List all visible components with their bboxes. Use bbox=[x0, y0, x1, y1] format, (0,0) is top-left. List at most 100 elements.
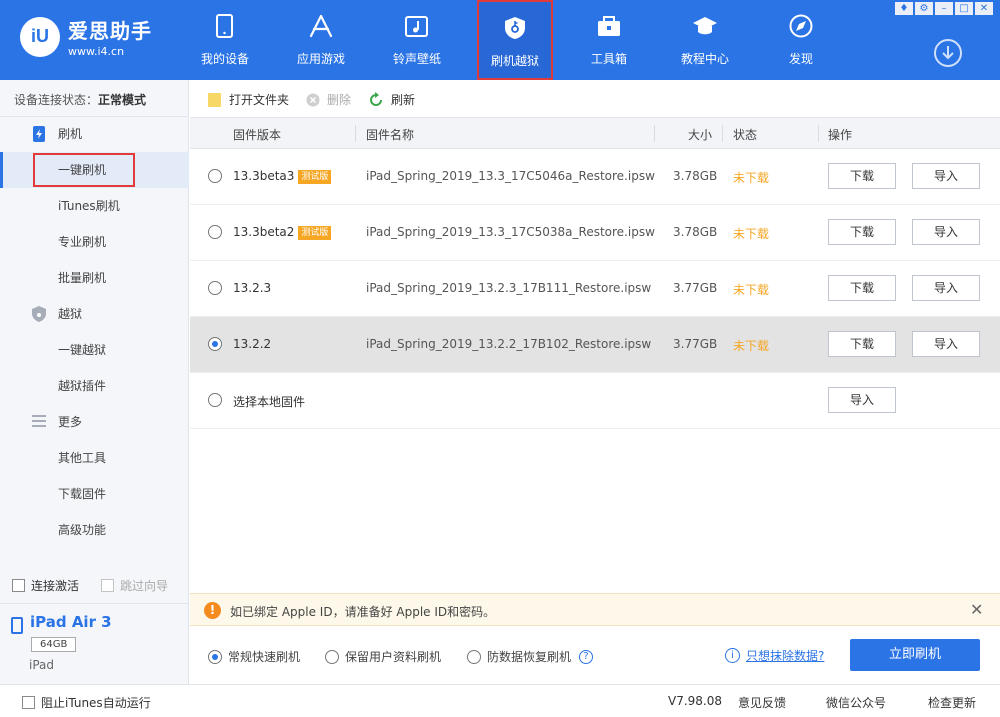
import-button[interactable]: 导入 bbox=[912, 331, 980, 357]
checkbox-box[interactable] bbox=[101, 579, 114, 592]
close-button[interactable]: ✕ bbox=[975, 2, 993, 15]
checkbox-box[interactable] bbox=[22, 696, 35, 709]
nav-flash-jailbreak[interactable]: 刷机越狱 bbox=[477, 0, 553, 80]
nav-tutorials[interactable]: 教程中心 bbox=[667, 0, 743, 80]
sidebar-item-one-click-jailbreak[interactable]: 一键越狱 bbox=[0, 332, 189, 368]
top-header: iU 爱思助手 www.i4.cn 我的设备 应用游戏 铃声壁纸 刷机越狱 工具… bbox=[0, 0, 1000, 80]
skip-guide-checkbox[interactable]: 跳过向导 bbox=[101, 577, 168, 594]
table-row[interactable]: 13.3beta3 测试版 iPad_Spring_2019_13.3_17C50… bbox=[190, 149, 1000, 205]
sidebar-item-label: 批量刷机 bbox=[58, 271, 107, 285]
table-row[interactable]: 13.3beta2 测试版 iPad_Spring_2019_13.3_17C50… bbox=[190, 205, 1000, 261]
nav-ringtones-wallpapers[interactable]: 铃声壁纸 bbox=[379, 0, 455, 80]
download-button[interactable]: 下载 bbox=[828, 163, 896, 189]
nav-label: 铃声壁纸 bbox=[392, 52, 441, 66]
import-button[interactable]: 导入 bbox=[912, 163, 980, 189]
refresh-button[interactable]: 刷新 bbox=[368, 91, 415, 108]
sidebar-group-jailbreak[interactable]: 越狱 bbox=[0, 296, 189, 332]
maximize-button[interactable]: □ bbox=[955, 2, 973, 15]
download-button[interactable]: 下载 bbox=[828, 219, 896, 245]
warning-icon: ! bbox=[204, 602, 221, 619]
checkbox-box[interactable] bbox=[12, 579, 25, 592]
row-radio[interactable] bbox=[208, 281, 222, 295]
firmware-size: 3.78GB bbox=[673, 169, 718, 183]
sidebar-item-pro-flash[interactable]: 专业刷机 bbox=[0, 224, 189, 260]
download-button[interactable]: 下载 bbox=[828, 275, 896, 301]
download-arrow-icon bbox=[942, 46, 954, 60]
sidebar-item-label: 一键越狱 bbox=[58, 343, 107, 357]
app-url: www.i4.cn bbox=[68, 45, 125, 58]
skin-button[interactable]: ♦ bbox=[895, 2, 913, 15]
radio-checked[interactable] bbox=[208, 649, 222, 664]
sidebar-item-other-tools[interactable]: 其他工具 bbox=[0, 440, 189, 476]
nav-discover[interactable]: 发现 bbox=[763, 0, 839, 80]
row-radio[interactable] bbox=[208, 393, 222, 407]
sidebar-item-label: 一键刷机 bbox=[58, 163, 107, 177]
row-radio-checked[interactable] bbox=[208, 337, 222, 351]
table-row[interactable]: 13.2.3 iPad_Spring_2019_13.2.3_17B111_Re… bbox=[190, 261, 1000, 317]
radio[interactable] bbox=[467, 649, 481, 664]
phone-icon bbox=[216, 14, 233, 38]
device-capacity: 64GB bbox=[31, 637, 77, 652]
sidebar-item-one-click-flash[interactable]: 一键刷机 bbox=[0, 152, 189, 188]
delete-button[interactable]: 删除 bbox=[306, 91, 351, 108]
import-button[interactable]: 导入 bbox=[828, 387, 896, 413]
firmware-version: 13.3beta2 bbox=[233, 225, 295, 239]
nav-apps-games[interactable]: 应用游戏 bbox=[283, 0, 359, 80]
sidebar-group-label: 刷机 bbox=[58, 127, 83, 141]
mode-label: 常规快速刷机 bbox=[228, 650, 301, 664]
mode-quick-flash[interactable]: 常规快速刷机 bbox=[208, 648, 300, 665]
nav-toolbox[interactable]: 工具箱 bbox=[571, 0, 647, 80]
block-itunes-checkbox[interactable]: 阻止iTunes自动运行 bbox=[22, 694, 151, 711]
row-radio[interactable] bbox=[208, 169, 222, 183]
main-panel: 打开文件夹 删除 刷新 固件版本 固件名称 大小 状态 操作 13.3beta3… bbox=[190, 80, 1000, 684]
sidebar-item-download-firmware[interactable]: 下载固件 bbox=[0, 476, 189, 512]
nav-label: 工具箱 bbox=[590, 52, 627, 66]
nav-label: 发现 bbox=[788, 52, 813, 66]
radio[interactable] bbox=[325, 649, 339, 664]
import-button[interactable]: 导入 bbox=[912, 275, 980, 301]
download-manager-button[interactable] bbox=[934, 39, 962, 67]
sidebar-item-label: 专业刷机 bbox=[58, 235, 107, 249]
download-button[interactable]: 下载 bbox=[828, 331, 896, 357]
block-itunes-label: 阻止iTunes自动运行 bbox=[41, 696, 151, 710]
erase-data-link[interactable]: i 只想抹除数据? bbox=[725, 647, 824, 664]
feedback-link[interactable]: 意见反馈 bbox=[738, 694, 786, 711]
device-name: iPad Air 3 bbox=[30, 613, 112, 631]
mode-anti-recovery[interactable]: 防数据恢复刷机? bbox=[467, 648, 594, 665]
settings-button[interactable]: ⚙ bbox=[915, 2, 933, 15]
minimize-button[interactable]: – bbox=[935, 2, 953, 15]
sidebar-item-jailbreak-plugins[interactable]: 越狱插件 bbox=[0, 368, 189, 404]
sidebar-item-label: iTunes刷机 bbox=[58, 199, 120, 213]
sidebar: 设备连接状态：正常模式 刷机 一键刷机 iTunes刷机 专业刷机 批量刷机 越… bbox=[0, 80, 189, 684]
firmware-version: 13.2.3 bbox=[233, 281, 272, 295]
check-update-link[interactable]: 检查更新 bbox=[928, 694, 976, 711]
app-store-icon bbox=[309, 14, 333, 38]
nav-my-device[interactable]: 我的设备 bbox=[187, 0, 263, 80]
open-folder-button[interactable]: 打开文件夹 bbox=[208, 91, 289, 108]
firmware-file: iPad_Spring_2019_13.3_17C5038a_Restore.i… bbox=[366, 225, 655, 239]
sidebar-group-flash[interactable]: 刷机 bbox=[0, 116, 189, 152]
flash-now-button[interactable]: 立即刷机 bbox=[850, 639, 980, 671]
auto-activate-checkbox[interactable]: 连接激活 bbox=[12, 577, 79, 594]
sidebar-group-more[interactable]: 更多 bbox=[0, 404, 189, 440]
auto-activate-label: 连接激活 bbox=[31, 579, 80, 593]
music-picture-icon bbox=[405, 16, 428, 37]
sidebar-item-batch-flash[interactable]: 批量刷机 bbox=[0, 260, 189, 296]
row-radio[interactable] bbox=[208, 225, 222, 239]
wechat-link[interactable]: 微信公众号 bbox=[826, 694, 886, 711]
sidebar-item-advanced[interactable]: 高级功能 bbox=[0, 512, 189, 548]
column-header: 固件版本 bbox=[233, 128, 282, 142]
firmware-status: 未下载 bbox=[733, 227, 770, 241]
mode-label: 防数据恢复刷机 bbox=[487, 650, 572, 664]
table-row-local-firmware[interactable]: 选择本地固件 导入 bbox=[190, 373, 1000, 429]
column-divider bbox=[355, 125, 356, 142]
mode-keep-data[interactable]: 保留用户资料刷机 bbox=[325, 648, 441, 665]
import-button[interactable]: 导入 bbox=[912, 219, 980, 245]
sidebar-item-itunes-flash[interactable]: iTunes刷机 bbox=[0, 188, 189, 224]
toolbar: 打开文件夹 删除 刷新 bbox=[190, 80, 1000, 117]
table-row-selected[interactable]: 13.2.2 iPad_Spring_2019_13.2.2_17B102_Re… bbox=[190, 317, 1000, 373]
close-icon[interactable]: ✕ bbox=[970, 600, 983, 619]
help-icon[interactable]: ? bbox=[579, 649, 594, 664]
connection-status-value: 正常模式 bbox=[98, 93, 147, 107]
status-bar: 阻止iTunes自动运行 V7.98.08 意见反馈 微信公众号 检查更新 bbox=[0, 684, 1000, 717]
